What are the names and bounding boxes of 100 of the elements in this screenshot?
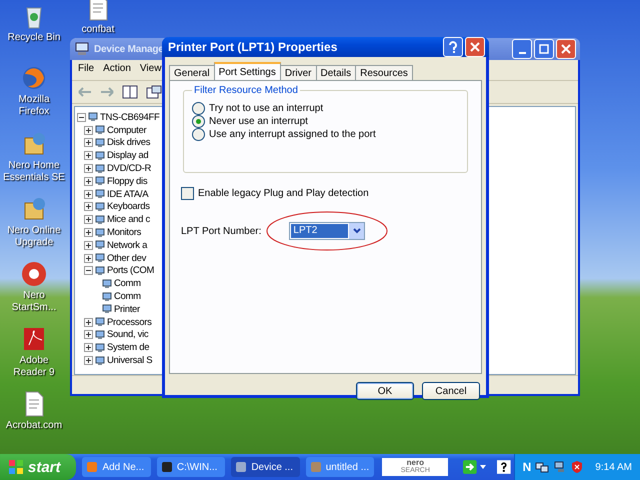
radio-button[interactable] xyxy=(192,115,205,128)
port-number-dropdown[interactable]: LPT2 xyxy=(289,222,366,240)
radio-label[interactable]: Try not to use an interrupt xyxy=(209,103,324,114)
taskbar-button[interactable]: Device ... xyxy=(231,457,300,477)
taskbar-button[interactable]: C:\WIN... xyxy=(156,457,226,477)
close-button[interactable] xyxy=(465,37,485,57)
collapse-icon[interactable] xyxy=(77,112,86,122)
dialog-title: Printer Port (LPT1) Properties xyxy=(168,40,338,54)
dialog-button[interactable]: Cancel xyxy=(422,382,480,400)
caret-icon[interactable] xyxy=(480,465,486,469)
desktop-icon-label[interactable]: Acrobat.com xyxy=(3,420,65,432)
minimize-button[interactable] xyxy=(512,39,532,59)
tree-item[interactable]: Printer xyxy=(114,304,140,315)
tree-item[interactable]: IDE ATA/A xyxy=(107,188,148,200)
expand-icon[interactable] xyxy=(84,318,93,327)
shield-icon[interactable] xyxy=(571,460,584,474)
help-button[interactable] xyxy=(443,37,463,57)
tree-item[interactable]: Universal S xyxy=(107,355,152,366)
device-icon xyxy=(95,214,105,225)
checkbox-label[interactable]: Enable legacy Plug and Play detection xyxy=(198,188,369,199)
expand-icon[interactable] xyxy=(84,356,93,366)
device-icon xyxy=(95,150,105,161)
tree-item[interactable]: Other dev xyxy=(107,252,146,264)
expand-icon[interactable] xyxy=(84,228,93,238)
taskbar-button[interactable]: untitled ... xyxy=(306,457,374,477)
maximize-button[interactable] xyxy=(534,39,554,59)
close-button[interactable] xyxy=(556,39,576,59)
menu-item[interactable]: File xyxy=(78,63,94,77)
tree-item[interactable]: Monitors xyxy=(107,227,142,238)
device-icon xyxy=(95,125,105,136)
expand-icon[interactable] xyxy=(84,151,93,160)
radio-button[interactable] xyxy=(192,102,205,115)
device-icon xyxy=(95,253,105,264)
menu-item[interactable]: Action xyxy=(103,63,131,77)
expand-icon[interactable] xyxy=(84,190,93,199)
tree-item[interactable]: Sound, vic xyxy=(107,329,148,340)
device-icon xyxy=(95,317,105,328)
properties-icon[interactable] xyxy=(146,85,162,99)
dialog-button[interactable]: OK xyxy=(356,382,414,400)
radio-label[interactable]: Never use an interrupt xyxy=(209,116,308,127)
window-title: Device Manage xyxy=(94,44,164,54)
tree-item[interactable]: Floppy dis xyxy=(107,176,148,187)
taskbar-button[interactable]: Add Ne... xyxy=(82,457,151,477)
tab[interactable]: Resources xyxy=(355,65,413,80)
desktop-icon-label[interactable]: Recycle Bin xyxy=(3,32,65,44)
desktop-icon-label[interactable]: Mozilla Firefox xyxy=(3,94,65,118)
tree-item[interactable]: DVD/CD-R xyxy=(107,163,152,174)
menu-item[interactable]: View xyxy=(140,63,162,77)
tree-item[interactable]: Computer xyxy=(107,124,146,136)
device-icon xyxy=(95,228,105,238)
device-icon xyxy=(95,202,105,212)
question-mark-icon xyxy=(448,41,458,53)
expand-icon[interactable] xyxy=(84,164,93,174)
app-icon xyxy=(160,461,173,473)
tree-item[interactable]: Network a xyxy=(107,240,148,251)
field-label: LPT Port Number: xyxy=(181,226,262,236)
expand-icon[interactable] xyxy=(84,330,93,340)
device-icon xyxy=(95,342,105,353)
tab[interactable]: Driver xyxy=(280,65,317,80)
device-icon xyxy=(95,240,105,250)
app-icon xyxy=(235,461,248,473)
tree-item[interactable]: Mice and c xyxy=(107,214,150,226)
panel-icon[interactable] xyxy=(122,85,138,99)
app-icon xyxy=(86,461,98,473)
tree-item[interactable]: TNS-CB694FF xyxy=(100,112,160,123)
tab[interactable]: Port Settings xyxy=(214,62,281,80)
tree-item[interactable]: Processors xyxy=(107,316,152,328)
computer-icon xyxy=(74,41,90,57)
expand-icon[interactable] xyxy=(84,240,93,250)
tree-item[interactable]: Comm xyxy=(114,278,141,290)
expand-icon[interactable] xyxy=(84,176,93,186)
tree-item[interactable]: Display ad xyxy=(107,150,148,162)
tree-item[interactable]: Ports (COM xyxy=(107,265,154,276)
chevron-down-icon xyxy=(352,228,361,234)
close-icon xyxy=(561,44,571,54)
expand-icon[interactable] xyxy=(84,343,93,352)
collapse-icon[interactable] xyxy=(84,266,93,276)
checkbox[interactable] xyxy=(181,187,194,200)
expand-icon[interactable] xyxy=(84,215,93,224)
radio-button[interactable] xyxy=(192,128,205,141)
radio-label[interactable]: Use any interrupt assigned to the port xyxy=(209,129,376,140)
disc-icon[interactable] xyxy=(20,260,48,288)
device-icon xyxy=(95,164,105,174)
tree-item[interactable]: System de xyxy=(107,342,150,354)
tab[interactable]: Details xyxy=(316,65,356,80)
tree-item[interactable]: Keyboards xyxy=(107,201,150,212)
expand-icon[interactable] xyxy=(84,202,93,212)
device-icon xyxy=(102,304,112,314)
expand-icon[interactable] xyxy=(84,254,93,263)
minimize-icon xyxy=(518,52,526,54)
expand-icon[interactable] xyxy=(84,138,93,148)
tree-item[interactable]: Disk drives xyxy=(107,137,150,148)
expand-icon[interactable] xyxy=(84,126,93,135)
tab[interactable]: General xyxy=(169,65,215,80)
desktop-icon-label[interactable]: confbat xyxy=(67,24,129,36)
arrow-right-icon[interactable] xyxy=(463,460,478,474)
device-icon xyxy=(95,266,105,276)
device-icon xyxy=(95,138,105,148)
help-icon[interactable] xyxy=(496,460,511,474)
tree-item[interactable]: Comm xyxy=(114,291,141,302)
